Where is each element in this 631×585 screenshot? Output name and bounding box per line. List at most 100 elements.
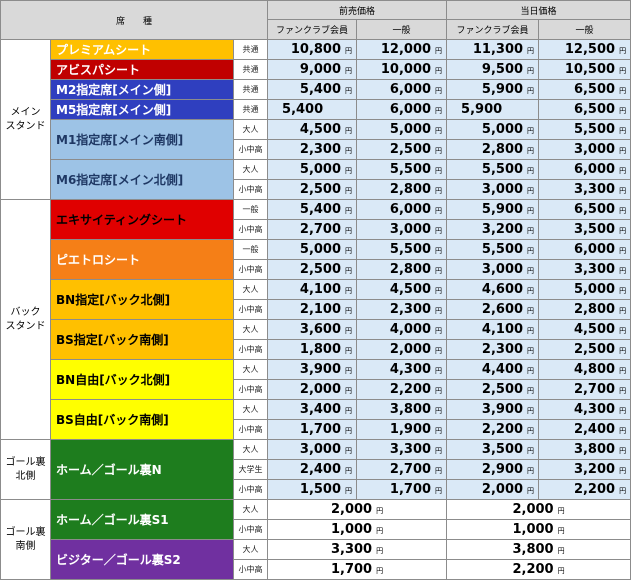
ticket-type: 共通 bbox=[232, 39, 269, 60]
price-advance-general: 6,000 円 bbox=[356, 79, 448, 100]
price-sameday-fanclub: 3,200 円 bbox=[446, 219, 540, 240]
price-sameday-fanclub: 5,900 円 bbox=[446, 199, 540, 220]
price-sameday-general: 5,000 円 bbox=[538, 279, 631, 300]
price-sameday-fanclub: 3,000 円 bbox=[446, 259, 540, 280]
seat-visitor-goal-s2: ビジター／ゴール裏S2 bbox=[50, 539, 234, 580]
price-sameday-general: 6,500 円 bbox=[538, 79, 631, 100]
price-sameday-general: 10,500 円 bbox=[538, 59, 631, 80]
price-advance-fanclub: 2,300 円 bbox=[267, 139, 358, 160]
price-sameday-fanclub: 11,300 円 bbox=[446, 39, 540, 60]
price-advance-general: 2,800 円 bbox=[356, 259, 448, 280]
seat-m2: M2指定席[メイン側] bbox=[50, 79, 234, 100]
price-advance-fanclub: 9,000 円 bbox=[267, 59, 358, 80]
price-sameday-fanclub: 5,500 円 bbox=[446, 239, 540, 260]
ticket-type: 大人 bbox=[232, 159, 269, 180]
header-sameday-fanclub: ファンクラブ会員 bbox=[446, 19, 540, 40]
ticket-type: 小中高 bbox=[232, 479, 269, 500]
ticket-type: 共通 bbox=[232, 79, 269, 100]
price-advance-general: 5,500 円 bbox=[356, 239, 448, 260]
ticket-type: 小中高 bbox=[232, 419, 269, 440]
ticket-type: 小中高 bbox=[232, 559, 269, 580]
seat-exciting: エキサイティングシート bbox=[50, 199, 234, 240]
ticket-type: 共通 bbox=[232, 59, 269, 80]
ticket-type: 大人 bbox=[232, 539, 269, 560]
ticket-type: 小中高 bbox=[232, 179, 269, 200]
price-advance: 1,000 円 bbox=[267, 519, 448, 540]
ticket-type: 大人 bbox=[232, 319, 269, 340]
price-advance-general: 2,500 円 bbox=[356, 139, 448, 160]
price-advance-fanclub: 3,900 円 bbox=[267, 359, 358, 380]
price-table: 席 種 前売価格 当日価格 ファンクラブ会員 一般 ファンクラブ会員 一般 メイ… bbox=[0, 0, 631, 580]
header-advance-fanclub: ファンクラブ会員 bbox=[267, 19, 358, 40]
ticket-type: 一般 bbox=[232, 199, 269, 220]
seat-bs-free: BS自由[バック南側] bbox=[50, 399, 234, 440]
ticket-type: 大人 bbox=[232, 359, 269, 380]
price-advance-general: 3,000 円 bbox=[356, 219, 448, 240]
header-advance-price: 前売価格 bbox=[267, 0, 448, 20]
price-sameday-fanclub: 9,500 円 bbox=[446, 59, 540, 80]
price-advance-fanclub: 5,400 bbox=[267, 99, 358, 120]
price-sameday-general: 6,000 円 bbox=[538, 159, 631, 180]
price-advance-general: 5,500 円 bbox=[356, 159, 448, 180]
seat-m5: M5指定席[メイン側] bbox=[50, 99, 234, 120]
price-advance-fanclub: 3,000 円 bbox=[267, 439, 358, 460]
seat-avispa: アビスパシート bbox=[50, 59, 234, 80]
price-sameday-general: 3,300 円 bbox=[538, 179, 631, 200]
price-advance-fanclub: 5,400 円 bbox=[267, 199, 358, 220]
header-sameday-general: 一般 bbox=[538, 19, 631, 40]
price-sameday-fanclub: 4,600 円 bbox=[446, 279, 540, 300]
ticket-type: 小中高 bbox=[232, 139, 269, 160]
ticket-type: 大人 bbox=[232, 399, 269, 420]
price-sameday-general: 5,500 円 bbox=[538, 119, 631, 140]
price-advance-fanclub: 4,500 円 bbox=[267, 119, 358, 140]
price-advance-general: 2,800 円 bbox=[356, 179, 448, 200]
price-advance-fanclub: 2,500 円 bbox=[267, 259, 358, 280]
price-advance-fanclub: 10,800 円 bbox=[267, 39, 358, 60]
price-sameday: 1,000 円 bbox=[446, 519, 631, 540]
price-sameday-general: 6,000 円 bbox=[538, 239, 631, 260]
price-advance-fanclub: 5,400 円 bbox=[267, 79, 358, 100]
price-sameday-general: 2,500 円 bbox=[538, 339, 631, 360]
seat-bs-designated: BS指定[バック南側] bbox=[50, 319, 234, 360]
price-sameday-fanclub: 2,000 円 bbox=[446, 479, 540, 500]
price-sameday-general: 4,300 円 bbox=[538, 399, 631, 420]
price-advance-fanclub: 2,100 円 bbox=[267, 299, 358, 320]
price-advance-general: 4,300 円 bbox=[356, 359, 448, 380]
ticket-type: 小中高 bbox=[232, 519, 269, 540]
price-advance-fanclub: 4,100 円 bbox=[267, 279, 358, 300]
price-sameday-fanclub: 2,600 円 bbox=[446, 299, 540, 320]
price-sameday-general: 6,500 円 bbox=[538, 99, 631, 120]
seat-premium: プレミアムシート bbox=[50, 39, 234, 60]
area-main-stand: メイン スタンド bbox=[0, 39, 51, 200]
price-sameday-general: 2,700 円 bbox=[538, 379, 631, 400]
ticket-type: 小中高 bbox=[232, 219, 269, 240]
price-advance-general: 2,200 円 bbox=[356, 379, 448, 400]
price-advance-general: 1,900 円 bbox=[356, 419, 448, 440]
seat-home-goal-s1: ホーム／ゴール裏S1 bbox=[50, 499, 234, 540]
price-advance-fanclub: 1,700 円 bbox=[267, 419, 358, 440]
ticket-type: 小中高 bbox=[232, 339, 269, 360]
seat-m1: M1指定席[メイン南側] bbox=[50, 119, 234, 160]
price-sameday-fanclub: 2,800 円 bbox=[446, 139, 540, 160]
price-advance-fanclub: 5,000 円 bbox=[267, 239, 358, 260]
price-advance-general: 12,000 円 bbox=[356, 39, 448, 60]
price-sameday-fanclub: 2,300 円 bbox=[446, 339, 540, 360]
price-sameday-fanclub: 4,400 円 bbox=[446, 359, 540, 380]
price-sameday-general: 3,300 円 bbox=[538, 259, 631, 280]
price-sameday-fanclub: 3,000 円 bbox=[446, 179, 540, 200]
price-advance-fanclub: 3,400 円 bbox=[267, 399, 358, 420]
price-advance-general: 4,000 円 bbox=[356, 319, 448, 340]
price-sameday-general: 4,800 円 bbox=[538, 359, 631, 380]
price-sameday-fanclub: 4,100 円 bbox=[446, 319, 540, 340]
ticket-type: 大人 bbox=[232, 279, 269, 300]
ticket-type: 一般 bbox=[232, 239, 269, 260]
price-advance-general: 2,300 円 bbox=[356, 299, 448, 320]
price-advance-general: 3,800 円 bbox=[356, 399, 448, 420]
header-sameday-price: 当日価格 bbox=[446, 0, 631, 20]
ticket-type: 大人 bbox=[232, 119, 269, 140]
price-sameday-fanclub: 2,900 円 bbox=[446, 459, 540, 480]
ticket-type: 大人 bbox=[232, 439, 269, 460]
price-advance-general: 2,700 円 bbox=[356, 459, 448, 480]
price-advance: 3,300 円 bbox=[267, 539, 448, 560]
seat-bn-free: BN自由[バック北側] bbox=[50, 359, 234, 400]
